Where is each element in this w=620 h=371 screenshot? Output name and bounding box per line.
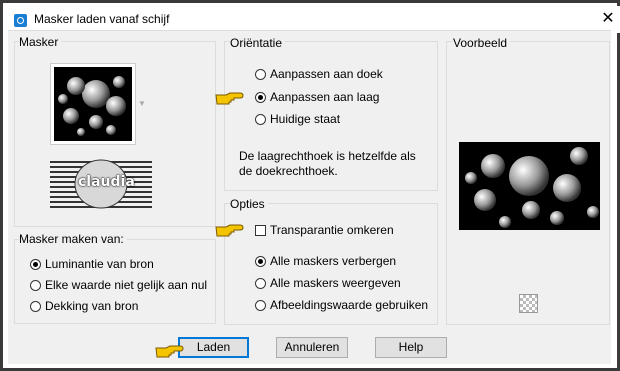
checkbox-label: Transparantie omkeren	[270, 223, 394, 237]
radio-label: Alle maskers weergeven	[270, 276, 401, 290]
radio-label: Huidige staat	[270, 112, 341, 126]
watermark-logo: claudia	[48, 158, 154, 210]
radio-circle	[255, 113, 266, 125]
radio-show-all-masks[interactable]: Alle maskers weergeven	[255, 276, 401, 290]
radio-circle	[30, 279, 41, 291]
radio-nonzero[interactable]: Elke waarde niet gelijk aan nul	[30, 278, 207, 292]
checkbox-box	[255, 224, 266, 236]
orientation-note-line2: de doekrechthoek.	[239, 164, 338, 178]
radio-circle	[255, 68, 266, 80]
radio-hide-all-masks[interactable]: Alle maskers verbergen	[255, 254, 396, 268]
radio-use-image-value[interactable]: Afbeeldingswaarde gebruiken	[255, 298, 428, 312]
dialog-content: Masker ▼ claudia Masker maken van: Lumin…	[8, 30, 611, 364]
radio-luminance[interactable]: Luminantie van bron	[30, 257, 154, 271]
radio-circle	[255, 91, 266, 103]
pointing-hand-icon	[155, 345, 184, 358]
orientation-note-line1: De laagrechthoek is hetzelfde als	[239, 149, 416, 163]
radio-label: Elke waarde niet gelijk aan nul	[45, 278, 208, 292]
radio-label: Dekking van bron	[45, 299, 139, 313]
load-button[interactable]: Laden	[178, 337, 249, 358]
radio-label: Alle maskers verbergen	[270, 254, 397, 268]
preview-group-label: Voorbeeld	[453, 36, 511, 50]
pointing-hand-icon	[215, 224, 244, 237]
radio-circle	[30, 258, 41, 270]
radio-fit-layer[interactable]: Aanpassen aan laag	[255, 90, 379, 104]
radio-label: Aanpassen aan doek	[270, 67, 383, 81]
radio-opacity[interactable]: Dekking van bron	[30, 299, 138, 313]
radio-label: Afbeeldingswaarde gebruiken	[270, 298, 429, 312]
radio-circle	[255, 255, 266, 267]
help-button[interactable]: Help	[375, 337, 447, 358]
radio-fit-canvas[interactable]: Aanpassen aan doek	[255, 67, 383, 81]
preview-image	[459, 142, 600, 230]
cancel-button[interactable]: Annuleren	[276, 337, 348, 358]
mask-dropdown-icon[interactable]: ▼	[138, 99, 146, 108]
window-title: Masker laden vanaf schijf	[34, 12, 170, 26]
source-group-label: Masker maken van:	[19, 232, 127, 246]
radio-label: Luminantie van bron	[45, 257, 154, 271]
title-bar: Masker laden vanaf schijf ✕	[6, 6, 620, 33]
radio-circle	[30, 300, 41, 312]
app-camera-icon	[14, 14, 27, 27]
radio-label: Aanpassen aan laag	[270, 90, 380, 104]
radio-current-state[interactable]: Huidige staat	[255, 112, 340, 126]
watermark-text: claudia	[78, 174, 135, 190]
mask-group-label: Masker	[19, 35, 62, 49]
transparency-toggle-icon[interactable]	[519, 294, 538, 313]
options-group-label: Opties	[230, 197, 268, 211]
radio-circle	[255, 299, 266, 311]
close-icon[interactable]: ✕	[599, 9, 617, 29]
orientation-group-label: Oriëntatie	[230, 36, 286, 50]
mask-thumbnail[interactable]	[50, 63, 136, 145]
radio-circle	[255, 277, 266, 289]
invert-transparency-checkbox[interactable]: Transparantie omkeren	[255, 223, 394, 237]
pointing-hand-icon	[215, 92, 244, 105]
